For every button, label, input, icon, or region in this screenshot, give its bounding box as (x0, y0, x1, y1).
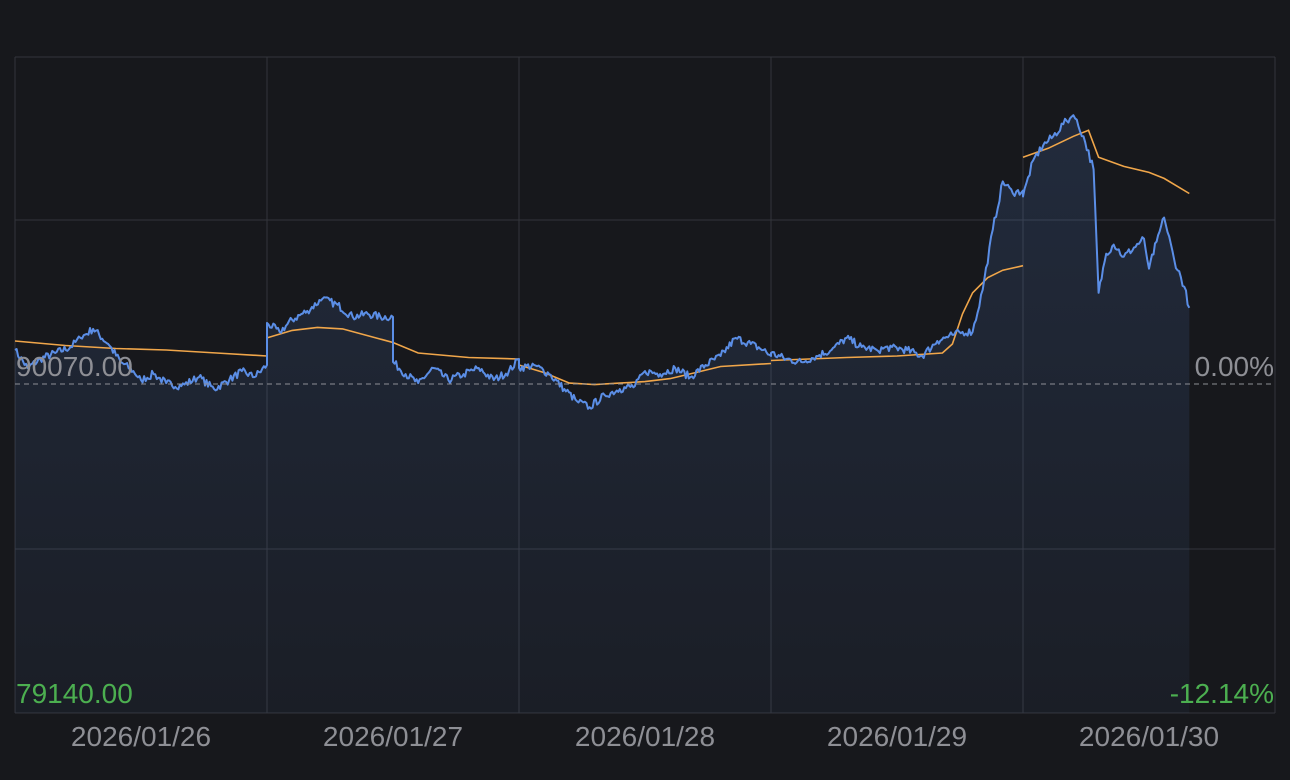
x-axis-ticks: 2026/01/26 2026/01/27 2026/01/28 2026/01… (71, 721, 1219, 752)
low-percent-label: -12.14% (1170, 678, 1274, 709)
x-tick-label: 2026/01/30 (1079, 721, 1219, 752)
price-area (15, 115, 1190, 713)
low-price-label: 79140.00 (16, 678, 133, 709)
reference-percent-label: 0.00% (1195, 351, 1274, 382)
price-chart: 90070.00 0.00% 79140.00 -12.14% 2026/01/… (14, 56, 1276, 752)
x-tick-label: 2026/01/29 (827, 721, 967, 752)
x-tick-label: 2026/01/28 (575, 721, 715, 752)
chart-container: 90070.00 0.00% 79140.00 -12.14% 2026/01/… (0, 0, 1290, 775)
reference-price-label: 90070.00 (16, 351, 133, 382)
x-tick-label: 2026/01/26 (71, 721, 211, 752)
x-tick-label: 2026/01/27 (323, 721, 463, 752)
price-area-fill (15, 115, 1190, 713)
